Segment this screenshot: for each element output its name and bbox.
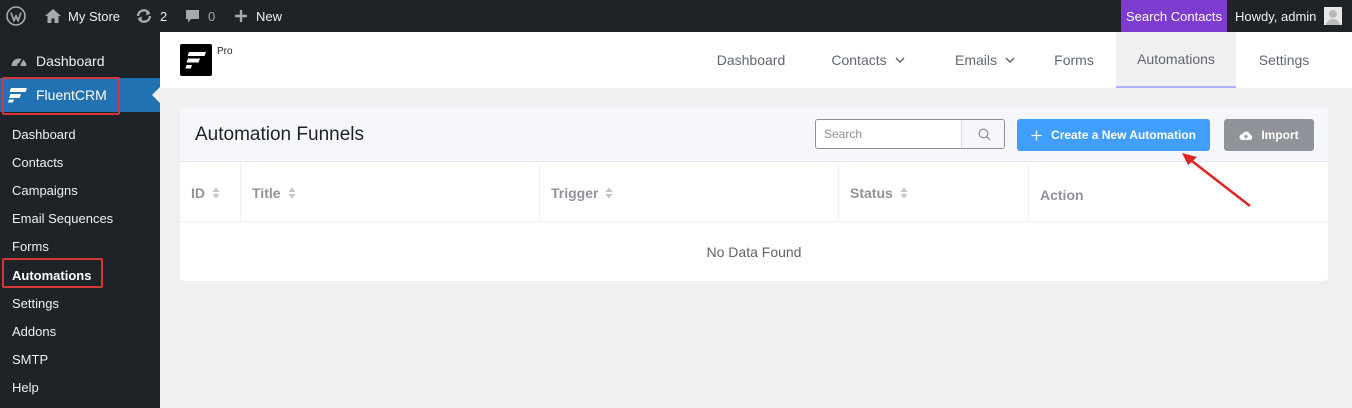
fluentcrm-logo-icon bbox=[8, 88, 27, 103]
sidebar-item-dashboard[interactable]: Dashboard bbox=[0, 46, 160, 76]
sort-caret-icon[interactable] bbox=[288, 187, 296, 199]
comments-link[interactable]: 0 bbox=[185, 0, 215, 32]
create-automation-button[interactable]: Create a New Automation bbox=[1017, 119, 1210, 151]
chevron-down-icon bbox=[1005, 57, 1015, 63]
create-automation-label: Create a New Automation bbox=[1051, 128, 1196, 142]
submenu-item-addons[interactable]: Addons bbox=[0, 317, 160, 345]
card-header: Automation Funnels Create a New Automati… bbox=[180, 107, 1328, 162]
tab-contacts[interactable]: Contacts bbox=[815, 32, 921, 88]
column-label: Trigger bbox=[551, 184, 599, 201]
fluentcrm-logo-icon[interactable] bbox=[180, 44, 212, 76]
site-name: My Store bbox=[68, 8, 121, 24]
fluentcrm-header: Pro Dashboard Contacts Emails Forms Auto… bbox=[160, 32, 1352, 88]
search-contacts-button[interactable]: Search Contacts bbox=[1121, 0, 1227, 32]
column-label: Title bbox=[252, 184, 281, 201]
current-menu-arrow bbox=[152, 87, 160, 103]
howdy-label: Howdy, admin bbox=[1235, 8, 1317, 24]
tab-emails[interactable]: Emails bbox=[935, 32, 1035, 88]
admin-sidebar: Dashboard FluentCRM Dashboard Contacts C… bbox=[0, 32, 160, 408]
tab-settings[interactable]: Settings bbox=[1242, 32, 1326, 88]
plus-icon bbox=[1031, 130, 1042, 140]
page-title: Automation Funnels bbox=[195, 124, 364, 145]
tab-dashboard[interactable]: Dashboard bbox=[701, 32, 801, 88]
search-contacts-label: Search Contacts bbox=[1125, 8, 1223, 24]
annotation-arrow bbox=[1182, 153, 1251, 207]
new-label: New bbox=[256, 8, 283, 24]
submenu-item-email-sequences[interactable]: Email Sequences bbox=[0, 205, 160, 233]
submenu-item-smtp[interactable]: SMTP bbox=[0, 346, 160, 374]
home-icon bbox=[45, 9, 61, 23]
admin-bar: My Store 2 0 New Search Contacts Howdy, … bbox=[0, 0, 1352, 32]
fluentcrm-submenu: Dashboard Contacts Campaigns Email Seque… bbox=[0, 120, 160, 402]
tab-label: Emails bbox=[954, 52, 997, 68]
submenu-item-contacts[interactable]: Contacts bbox=[0, 148, 160, 176]
plus-icon bbox=[235, 10, 247, 22]
submenu-item-help[interactable]: Help bbox=[0, 374, 160, 402]
tab-label: Dashboard bbox=[716, 52, 786, 68]
tab-forms[interactable]: Forms bbox=[1040, 32, 1108, 88]
cloud-upload-icon bbox=[1239, 131, 1253, 140]
empty-text: No Data Found bbox=[706, 243, 802, 260]
comment-icon bbox=[186, 9, 199, 22]
column-header-trigger[interactable]: Trigger bbox=[540, 163, 839, 222]
updates-link[interactable]: 2 bbox=[135, 0, 167, 32]
account-menu[interactable]: Howdy, admin bbox=[1227, 0, 1352, 32]
import-button[interactable]: Import bbox=[1224, 119, 1314, 151]
tab-label: Automations bbox=[1137, 51, 1215, 67]
search-input[interactable] bbox=[816, 120, 961, 148]
search-icon bbox=[978, 128, 990, 140]
table-header: ID Title Trigger Status Action bbox=[180, 163, 1328, 222]
dashboard-gauge-icon bbox=[11, 58, 27, 67]
column-label: Action bbox=[1040, 186, 1084, 203]
updates-icon bbox=[136, 9, 152, 23]
new-content-link[interactable]: New bbox=[234, 0, 282, 32]
tab-label: Contacts bbox=[831, 52, 887, 68]
pro-badge: Pro bbox=[217, 46, 233, 57]
sidebar-item-fluentcrm[interactable]: FluentCRM bbox=[0, 78, 160, 112]
wordpress-logo-icon[interactable] bbox=[6, 0, 30, 32]
tab-automations[interactable]: Automations bbox=[1116, 32, 1236, 88]
sort-caret-icon[interactable] bbox=[900, 187, 908, 199]
submenu-item-campaigns[interactable]: Campaigns bbox=[0, 176, 160, 204]
import-label: Import bbox=[1261, 128, 1299, 142]
site-name-link[interactable]: My Store bbox=[44, 0, 120, 32]
submenu-item-automations[interactable]: Automations bbox=[0, 261, 160, 289]
avatar bbox=[1324, 7, 1343, 25]
submenu-item-settings[interactable]: Settings bbox=[0, 289, 160, 317]
submenu-item-dashboard[interactable]: Dashboard bbox=[0, 120, 160, 148]
column-header-id[interactable]: ID bbox=[180, 163, 241, 222]
column-header-status[interactable]: Status bbox=[839, 163, 1029, 222]
comments-count: 0 bbox=[208, 8, 216, 24]
search-button[interactable] bbox=[961, 120, 1004, 148]
column-label: ID bbox=[191, 184, 205, 201]
automations-table: ID Title Trigger Status Action No Data F… bbox=[180, 163, 1328, 281]
sidebar-item-label: FluentCRM bbox=[36, 87, 107, 103]
tab-label: Forms bbox=[1054, 52, 1094, 68]
table-empty-state: No Data Found bbox=[180, 222, 1328, 281]
updates-count: 2 bbox=[160, 8, 168, 24]
automation-funnels-card: Automation Funnels Create a New Automati… bbox=[180, 107, 1328, 281]
sidebar-item-label: Dashboard bbox=[36, 53, 105, 69]
search-group bbox=[815, 119, 1005, 149]
chevron-down-icon bbox=[895, 57, 905, 63]
column-header-title[interactable]: Title bbox=[241, 163, 540, 222]
submenu-item-forms[interactable]: Forms bbox=[0, 233, 160, 261]
tab-label: Settings bbox=[1258, 52, 1310, 68]
column-label: Status bbox=[850, 184, 893, 201]
sort-caret-icon[interactable] bbox=[212, 187, 220, 199]
sort-caret-icon[interactable] bbox=[605, 187, 613, 199]
